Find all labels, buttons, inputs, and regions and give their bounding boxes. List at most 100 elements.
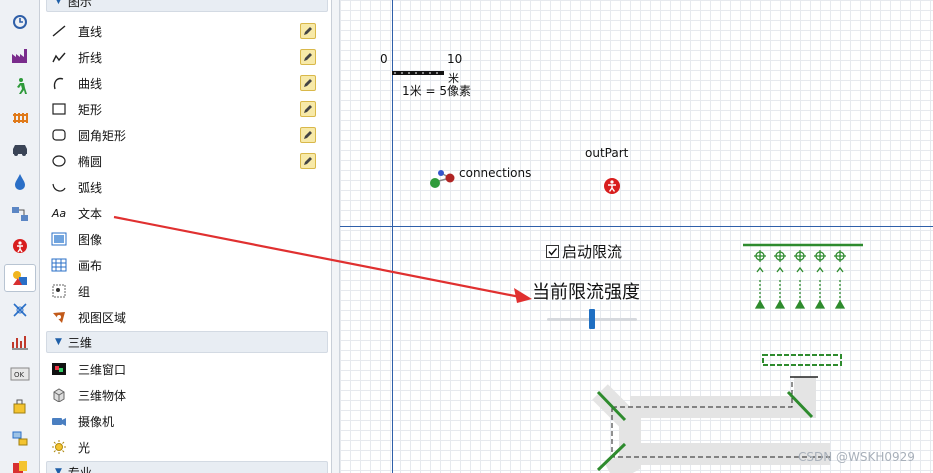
system-dynamics-icon[interactable] [4, 424, 36, 452]
polyline-icon [48, 48, 70, 66]
connections-label: connections [459, 166, 532, 180]
section-header-presentation[interactable]: ▼ 图示 [46, 0, 328, 12]
palette-item-arc[interactable]: 弧线 [48, 175, 326, 199]
conveyor-path[interactable] [590, 372, 830, 473]
pencil-icon[interactable] [300, 75, 316, 91]
collapse-triangle-icon: ▼ [55, 467, 62, 473]
palette-item-label: 直线 [78, 24, 103, 39]
palette-item-label: 椭圆 [78, 154, 103, 169]
agent-person-icon[interactable] [603, 177, 621, 195]
3d-window-icon [48, 360, 70, 378]
limit-flow-checkbox[interactable]: 启动限流 [546, 241, 622, 262]
slider-title: 当前限流强度 [532, 282, 640, 303]
palette-item-label: 曲线 [78, 76, 103, 91]
rounded-rectangle-icon [48, 126, 70, 144]
text-icon: Aa [51, 206, 67, 220]
presentation-icon[interactable] [4, 264, 36, 292]
light-icon [48, 438, 70, 456]
graphical-editor-canvas[interactable]: 0 10 米 1米 = 5像素 connections outPart 启动限流… [340, 0, 933, 473]
outpart-label: outPart [585, 146, 629, 160]
rectangle-icon [48, 100, 70, 118]
slider-thumb[interactable] [589, 309, 595, 329]
horizontal-axis [340, 226, 933, 227]
pencil-icon[interactable] [300, 127, 316, 143]
library-icon-strip: OK [0, 0, 40, 473]
fluid-icon[interactable] [4, 168, 36, 196]
palette-item-rectangle[interactable]: 矩形 [48, 97, 326, 121]
scale-left-label: 0 [380, 52, 388, 66]
analysis-icon[interactable] [4, 328, 36, 356]
limit-strength-slider[interactable] [547, 308, 637, 330]
process-modeling-icon[interactable] [4, 8, 36, 36]
checkbox-checked-icon[interactable] [546, 245, 559, 258]
conveyor-lane [754, 250, 766, 309]
queue-conveyor-group[interactable] [735, 238, 870, 373]
palette-item-label: 组 [78, 284, 91, 299]
factory-icon[interactable] [4, 42, 36, 70]
connectivity-icon[interactable] [4, 392, 36, 420]
viewarea-icon [48, 308, 70, 326]
3d-object-icon [48, 386, 70, 404]
line-icon [48, 22, 70, 40]
connections-icon[interactable] [428, 168, 458, 192]
material-handling-icon[interactable] [4, 200, 36, 228]
palette-item-text[interactable]: Aa 文本 [48, 201, 326, 225]
pencil-icon[interactable] [300, 101, 316, 117]
palette-item-line[interactable]: 直线 [48, 19, 326, 43]
space-markup-icon[interactable] [4, 296, 36, 324]
palette-item-light[interactable]: 光 [48, 435, 326, 459]
palette-item-canvas[interactable]: 画布 [48, 253, 326, 277]
palette-item-label: 三维物体 [78, 388, 127, 403]
scale-ratio-label: 1米 = 5像素 [402, 84, 471, 98]
pencil-icon[interactable] [300, 23, 316, 39]
palette-item-3d-object[interactable]: 三维物体 [48, 383, 326, 407]
ellipse-icon [48, 152, 70, 170]
palette-item-3d-window[interactable]: 三维窗口 [48, 357, 326, 381]
palette-item-label: 图像 [78, 232, 103, 247]
camera-icon [48, 412, 70, 430]
palette-item-label: 文本 [78, 206, 103, 221]
pictures-icon[interactable] [4, 454, 36, 473]
watermark-text: CSDN @WSKH0929 [798, 450, 915, 464]
section-title: 专业 [67, 465, 92, 473]
palette-item-viewarea[interactable]: 视图区域 [48, 305, 326, 329]
controls-icon[interactable]: OK [4, 360, 36, 388]
section-header-specialized[interactable]: ▼ 专业 [46, 461, 328, 473]
collapse-triangle-icon: ▼ [55, 337, 62, 347]
palette-item-label: 折线 [78, 50, 103, 65]
palette-item-label: 矩形 [78, 102, 103, 117]
palette-panel: ▼ 图示 直线 折线 曲线 矩形 圆角矩形 椭圆 弧线 Aa 文本 图像 画布 … [40, 0, 332, 473]
group-icon [48, 282, 70, 300]
palette-item-ellipse[interactable]: 椭圆 [48, 149, 326, 173]
palette-item-label: 三维窗口 [78, 362, 127, 377]
scale-ruler[interactable] [392, 68, 448, 78]
svg-text:OK: OK [14, 371, 25, 379]
section-title: 三维 [67, 335, 92, 350]
arc-icon [48, 178, 70, 196]
collapse-triangle-icon: ▼ [55, 0, 62, 6]
palette-item-label: 弧线 [78, 180, 103, 195]
panel-splitter[interactable] [332, 0, 340, 473]
checkbox-label: 启动限流 [562, 243, 623, 261]
road-traffic-icon[interactable] [4, 136, 36, 164]
palette-item-curve[interactable]: 曲线 [48, 71, 326, 95]
palette-item-label: 摄像机 [78, 414, 115, 429]
palette-item-group[interactable]: 组 [48, 279, 326, 303]
agent-icon[interactable] [4, 232, 36, 260]
palette-item-image[interactable]: 图像 [48, 227, 326, 251]
section-header-3d[interactable]: ▼ 三维 [46, 331, 328, 353]
palette-item-label: 视图区域 [78, 310, 127, 325]
palette-item-rounded-rectangle[interactable]: 圆角矩形 [48, 123, 326, 147]
palette-item-polyline[interactable]: 折线 [48, 45, 326, 69]
pencil-icon[interactable] [300, 153, 316, 169]
curve-icon [48, 74, 70, 92]
section-title: 图示 [67, 0, 92, 9]
scale-right-label: 10 [447, 52, 463, 66]
canvas-icon [48, 256, 70, 274]
pedestrian-icon[interactable] [4, 72, 36, 100]
rail-icon[interactable] [4, 104, 36, 132]
pencil-icon[interactable] [300, 49, 316, 65]
palette-item-label: 画布 [78, 258, 103, 273]
image-icon [48, 230, 70, 248]
palette-item-camera[interactable]: 摄像机 [48, 409, 326, 433]
